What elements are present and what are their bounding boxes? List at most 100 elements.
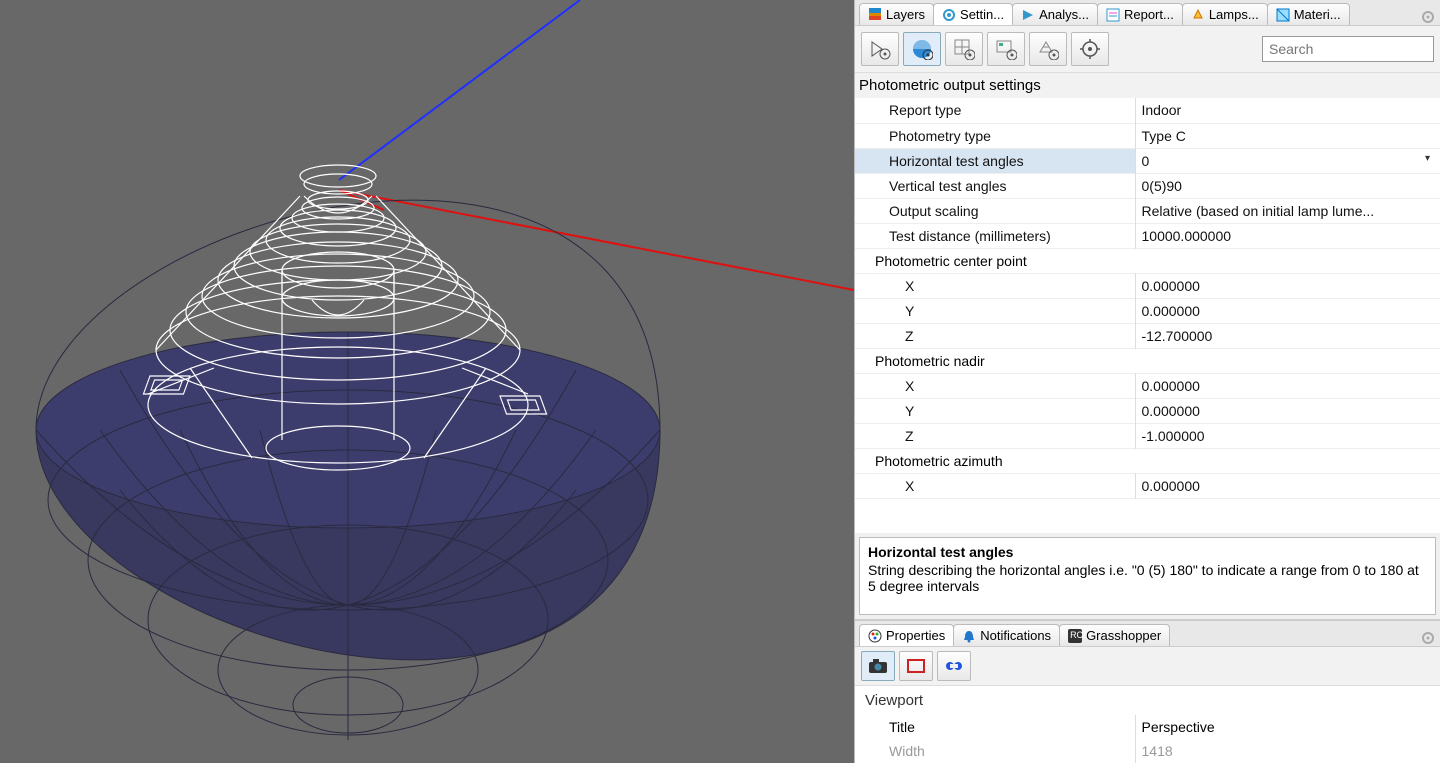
property-grid: Report type Indoor Photometry type Type … (855, 98, 1440, 499)
prop-label: Y (855, 298, 1135, 323)
viewport-section-title: Viewport (855, 686, 1440, 715)
row-vertical-test-angles[interactable]: Vertical test angles 0(5)90 (855, 173, 1440, 198)
prop-label: Output scaling (855, 198, 1135, 223)
tab-label: Lamps... (1209, 7, 1259, 22)
bell-icon (962, 629, 976, 643)
viewport-properties: Title Perspective Width 1418 (855, 715, 1440, 763)
tab-label: Notifications (980, 628, 1051, 643)
tab-notifications[interactable]: Notifications (953, 624, 1060, 646)
prop-value[interactable]: -12.700000 (1135, 323, 1440, 348)
prop-value[interactable]: 0(5)90 (1135, 173, 1440, 198)
report-icon (1106, 8, 1120, 22)
tool-link[interactable] (937, 651, 971, 681)
prop-group-label: Photometric nadir (855, 348, 1440, 373)
grasshopper-icon: RCP (1068, 629, 1082, 643)
prop-label: Test distance (millimeters) (855, 223, 1135, 248)
prop-group-label: Photometric azimuth (855, 448, 1440, 473)
row-horizontal-test-angles[interactable]: Horizontal test angles 0▾ (855, 148, 1440, 173)
prop-group-label: Photometric center point (855, 248, 1440, 273)
search-input[interactable] (1262, 36, 1434, 62)
prop-label: Title (855, 715, 1135, 739)
prop-value[interactable]: 0.000000 (1135, 298, 1440, 323)
panel-options-gear-icon[interactable] (1420, 630, 1436, 646)
tab-layers[interactable]: Layers (859, 3, 934, 25)
viewport-3d[interactable] (0, 0, 854, 763)
row-test-distance[interactable]: Test distance (millimeters) 10000.000000 (855, 223, 1440, 248)
row-group-nadir[interactable]: Photometric nadir (855, 348, 1440, 373)
prop-label: Z (855, 323, 1135, 348)
row-na-x[interactable]: X 0.000000 (855, 373, 1440, 398)
properties-toolbar (855, 647, 1440, 686)
tab-materials[interactable]: Materi... (1267, 3, 1350, 25)
tool-settings-gear[interactable] (1071, 32, 1109, 66)
prop-value[interactable]: 0.000000 (1135, 273, 1440, 298)
panel-options-gear-icon[interactable] (1420, 9, 1436, 25)
settings-toolbar (855, 26, 1440, 73)
prop-label: Report type (855, 98, 1135, 123)
row-cp-x[interactable]: X 0.000000 (855, 273, 1440, 298)
play-icon (1021, 8, 1035, 22)
layers-icon (868, 8, 882, 22)
row-na-z[interactable]: Z -1.000000 (855, 423, 1440, 448)
row-width: Width 1418 (855, 739, 1440, 763)
prop-value[interactable]: Indoor (1135, 98, 1440, 123)
tab-label: Properties (886, 628, 945, 643)
row-report-type[interactable]: Report type Indoor (855, 98, 1440, 123)
tool-camera[interactable] (861, 651, 895, 681)
description-title: Horizontal test angles (868, 544, 1427, 560)
prop-label: Width (855, 739, 1135, 763)
description-body: String describing the horizontal angles … (868, 562, 1427, 594)
tab-grasshopper[interactable]: RCP Grasshopper (1059, 624, 1170, 646)
tab-analysis[interactable]: Analys... (1012, 3, 1098, 25)
prop-value[interactable]: 0▾ (1135, 148, 1440, 173)
row-group-azimuth[interactable]: Photometric azimuth (855, 448, 1440, 473)
tool-grid-gear[interactable] (945, 32, 983, 66)
tab-label: Layers (886, 7, 925, 22)
prop-value[interactable]: 0.000000 (1135, 398, 1440, 423)
row-photometry-type[interactable]: Photometry type Type C (855, 123, 1440, 148)
row-cp-y[interactable]: Y 0.000000 (855, 298, 1440, 323)
prop-value[interactable]: Relative (based on initial lamp lume... (1135, 198, 1440, 223)
tab-label: Materi... (1294, 7, 1341, 22)
row-na-y[interactable]: Y 0.000000 (855, 398, 1440, 423)
lamp-icon (1191, 8, 1205, 22)
chevron-down-icon[interactable]: ▾ (1425, 153, 1434, 164)
row-group-center-point[interactable]: Photometric center point (855, 248, 1440, 273)
prop-value[interactable]: -1.000000 (1135, 423, 1440, 448)
row-cp-z[interactable]: Z -12.700000 (855, 323, 1440, 348)
tool-frame[interactable] (899, 651, 933, 681)
prop-value[interactable]: 0.000000 (1135, 373, 1440, 398)
property-description: Horizontal test angles String describing… (859, 537, 1436, 615)
row-output-scaling[interactable]: Output scaling Relative (based on initia… (855, 198, 1440, 223)
row-az-x[interactable]: X 0.000000 (855, 473, 1440, 498)
properties-icon (868, 629, 882, 643)
prop-label: X (855, 273, 1135, 298)
prop-value[interactable]: Perspective (1135, 715, 1440, 739)
prop-label: Z (855, 423, 1135, 448)
tab-properties[interactable]: Properties (859, 624, 954, 646)
materials-icon (1276, 8, 1290, 22)
row-title[interactable]: Title Perspective (855, 715, 1440, 739)
tab-label: Report... (1124, 7, 1174, 22)
prop-label: X (855, 473, 1135, 498)
prop-label: X (855, 373, 1135, 398)
prop-value: 1418 (1135, 739, 1440, 763)
prop-value[interactable]: Type C (1135, 123, 1440, 148)
tool-photometry[interactable] (903, 32, 941, 66)
tab-report[interactable]: Report... (1097, 3, 1183, 25)
gear-icon (942, 8, 956, 22)
prop-value[interactable]: 10000.000000 (1135, 223, 1440, 248)
prop-value[interactable]: 0.000000 (1135, 473, 1440, 498)
tool-mesh-gear[interactable] (1029, 32, 1067, 66)
section-title: Photometric output settings (855, 73, 1440, 98)
prop-label: Horizontal test angles (855, 148, 1135, 173)
tab-settings[interactable]: Settin... (933, 3, 1013, 25)
tool-display-gear[interactable] (987, 32, 1025, 66)
tool-run-gear[interactable] (861, 32, 899, 66)
bottom-tabbar: Properties Notifications RCP Grasshopper (855, 621, 1440, 647)
axis-z (339, 0, 580, 180)
prop-label: Y (855, 398, 1135, 423)
tab-label: Settin... (960, 7, 1004, 22)
tab-label: Analys... (1039, 7, 1089, 22)
tab-lamps[interactable]: Lamps... (1182, 3, 1268, 25)
